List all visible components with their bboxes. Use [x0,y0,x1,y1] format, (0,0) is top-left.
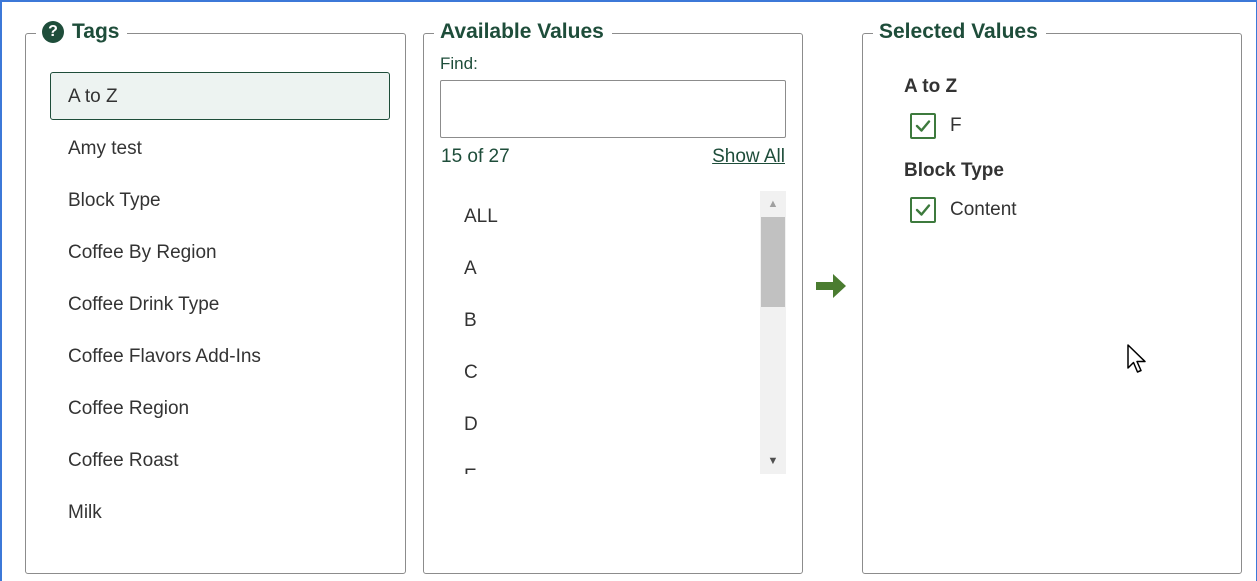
value-item-c[interactable]: C [440,347,760,399]
result-count: 15 of 27 [441,146,510,167]
help-icon[interactable]: ? [42,21,64,43]
arrow-right-icon[interactable] [813,268,849,304]
tag-item-coffee-by-region[interactable]: Coffee By Region [50,228,390,276]
selected-values-title: Selected Values [873,18,1046,46]
scroll-thumb[interactable] [761,217,785,307]
tag-item-coffee-roast[interactable]: Coffee Roast [50,436,390,484]
tag-item-amy-test[interactable]: Amy test [50,124,390,172]
available-values-panel: Available Values Find: 15 of 27 Show All… [423,18,803,574]
selected-values-panel: Selected Values A to Z F Block Type Cont… [862,18,1242,574]
show-all-link[interactable]: Show All [712,146,785,168]
value-item-b[interactable]: B [440,295,760,347]
tags-panel: ? Tags A to Z Amy test Block Type Coffee… [25,18,406,574]
mouse-pointer-icon [1127,344,1146,373]
available-values-title: Available Values [434,18,612,46]
value-item-a[interactable]: A [440,243,760,295]
find-input[interactable] [440,80,786,138]
tags-panel-title: ? Tags [36,18,128,46]
tag-item-coffee-region[interactable]: Coffee Region [50,384,390,432]
available-values-list[interactable]: ALL A B C D E ▲ ▼ [440,191,786,474]
tag-list: A to Z Amy test Block Type Coffee By Reg… [50,72,390,540]
selected-group-title-a-to-z: A to Z [904,76,958,97]
tag-item-block-type[interactable]: Block Type [50,176,390,224]
value-item-e[interactable]: E [440,451,760,474]
tag-item-a-to-z[interactable]: A to Z [50,72,390,120]
selected-option-label: F [950,115,962,136]
checkbox-checked[interactable] [910,197,936,223]
selected-option-f[interactable]: F [910,113,962,139]
selected-option-label: Content [950,199,1017,220]
tag-item-coffee-flavors-add-ins[interactable]: Coffee Flavors Add-Ins [50,332,390,380]
tag-item-milk[interactable]: Milk [50,488,390,536]
scroll-down-arrow-icon[interactable]: ▼ [760,448,786,474]
tag-item-coffee-drink-type[interactable]: Coffee Drink Type [50,280,390,328]
value-item-d[interactable]: D [440,399,760,451]
scroll-up-arrow-icon[interactable]: ▲ [760,191,786,217]
tags-title-label: Tags [72,20,120,43]
checkmark-icon [915,204,931,216]
checkbox-checked[interactable] [910,113,936,139]
value-list: ALL A B C D E [440,191,760,474]
selected-group-title-block-type: Block Type [904,160,1004,181]
selected-option-content[interactable]: Content [910,197,1017,223]
find-label: Find: [440,54,478,73]
checkmark-icon [915,120,931,132]
value-item-all[interactable]: ALL [440,191,760,243]
values-scrollbar[interactable]: ▲ ▼ [760,191,786,474]
